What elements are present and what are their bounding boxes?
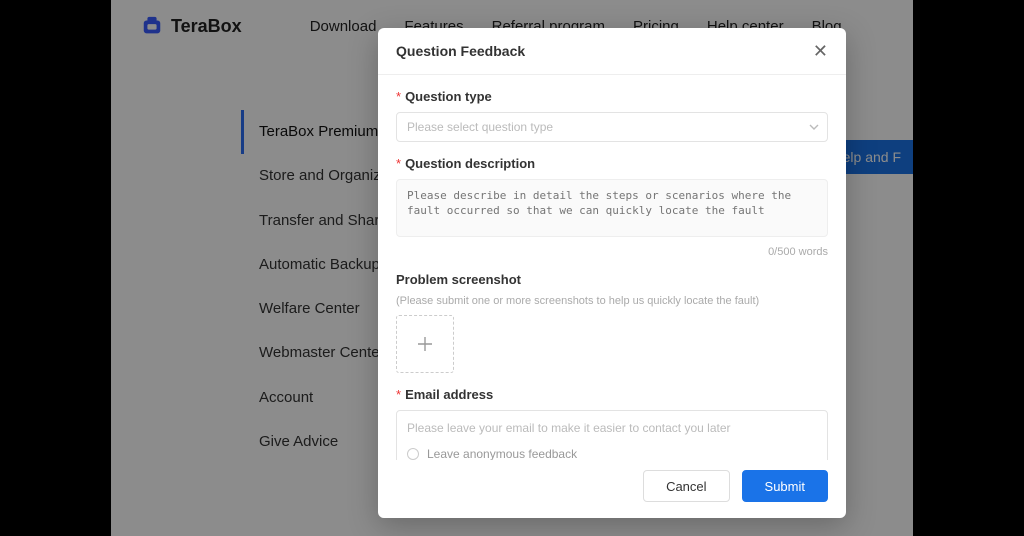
question-type-select[interactable]: Please select question type — [396, 112, 828, 142]
close-icon[interactable]: ✕ — [813, 42, 828, 60]
radio-icon — [407, 448, 419, 460]
word-counter: 0/500 words — [396, 246, 828, 258]
label-email: *Email address — [396, 387, 828, 402]
email-input[interactable] — [407, 421, 817, 435]
chevron-down-icon — [809, 124, 819, 130]
anonymous-row[interactable]: Leave anonymous feedback — [407, 447, 817, 460]
question-feedback-modal: Question Feedback ✕ *Question type Pleas… — [378, 28, 846, 518]
field-screenshot: Problem screenshot (Please submit one or… — [396, 272, 828, 373]
modal-body: *Question type Please select question ty… — [378, 75, 846, 460]
anonymous-label: Leave anonymous feedback — [427, 447, 577, 460]
cancel-button[interactable]: Cancel — [643, 470, 729, 502]
screenshot-hint: (Please submit one or more screenshots t… — [396, 295, 828, 307]
label-question-description: *Question description — [396, 156, 828, 171]
field-email: *Email address Leave anonymous feedback — [396, 387, 828, 460]
question-type-placeholder: Please select question type — [407, 120, 553, 134]
label-screenshot: Problem screenshot — [396, 272, 828, 287]
plus-icon — [416, 335, 434, 353]
modal-footer: Cancel Submit — [378, 460, 846, 518]
question-description-input[interactable] — [396, 179, 828, 237]
label-question-type: *Question type — [396, 89, 828, 104]
modal-header: Question Feedback ✕ — [378, 28, 846, 75]
email-box: Leave anonymous feedback — [396, 410, 828, 460]
field-question-description: *Question description 0/500 words — [396, 156, 828, 258]
screenshot-uploader[interactable] — [396, 315, 454, 373]
submit-button[interactable]: Submit — [742, 470, 828, 502]
modal-title: Question Feedback — [396, 43, 525, 59]
field-question-type: *Question type Please select question ty… — [396, 89, 828, 142]
